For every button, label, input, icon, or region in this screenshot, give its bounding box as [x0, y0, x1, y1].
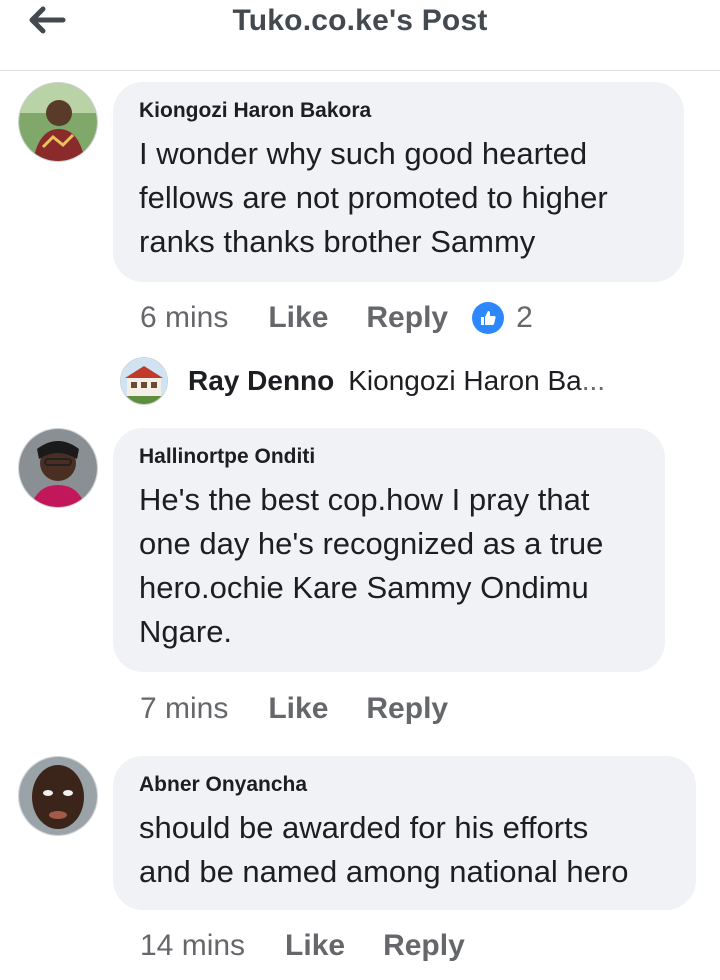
avatar[interactable]: [120, 357, 168, 405]
reply-button[interactable]: Reply: [366, 692, 448, 726]
reply-preview[interactable]: Ray Denno Kiongozi Haron Ba...: [120, 356, 700, 406]
comment-line: He's the best cop.how I pray that: [139, 482, 590, 517]
reply-button[interactable]: Reply: [383, 929, 465, 963]
comment-author[interactable]: Hallinortpe Onditi: [139, 442, 643, 472]
like-button[interactable]: Like: [268, 301, 328, 335]
comment-text: should be awarded for his efforts and be…: [139, 806, 674, 894]
comment-bubble[interactable]: Hallinortpe Onditi He's the best cop.how…: [113, 428, 665, 672]
comment-meta: 7 mins Like Reply: [140, 687, 472, 731]
reaction-count[interactable]: 2: [516, 301, 533, 335]
comment-line: hero.ochie Kare Sammy Ondimu: [139, 570, 589, 605]
avatar[interactable]: [18, 756, 98, 836]
reply-text: Kiongozi Haron Ba: [348, 365, 582, 396]
comment-line: fellows are not promoted to higher: [139, 180, 608, 215]
comment-meta: 6 mins Like Reply 2: [140, 296, 533, 340]
comment-bubble[interactable]: Abner Onyancha should be awarded for his…: [113, 756, 696, 910]
comment-meta: 14 mins Like Reply: [140, 924, 489, 968]
like-button[interactable]: Like: [268, 692, 328, 726]
comment-text: He's the best cop.how I pray that one da…: [139, 478, 643, 654]
reply-author[interactable]: Ray Denno: [188, 365, 334, 397]
comment-author[interactable]: Abner Onyancha: [139, 770, 674, 800]
comment-line: one day he's recognized as a true: [139, 526, 604, 561]
post-header: Tuko.co.ke's Post: [0, 0, 720, 71]
avatar[interactable]: [18, 428, 98, 508]
page-title: Tuko.co.ke's Post: [232, 4, 488, 37]
comment-author[interactable]: Kiongozi Haron Bakora: [139, 96, 662, 126]
comment-bubble[interactable]: Kiongozi Haron Bakora I wonder why such …: [113, 82, 684, 282]
reply-button[interactable]: Reply: [366, 301, 448, 335]
comment-line: should be awarded for his efforts: [139, 810, 589, 845]
comment-line: and be named among national hero: [139, 854, 629, 889]
comment-timestamp[interactable]: 7 mins: [140, 692, 228, 726]
like-button[interactable]: Like: [285, 929, 345, 963]
reply-ellipsis: ...: [581, 365, 606, 396]
avatar[interactable]: [18, 82, 98, 162]
like-reaction-icon[interactable]: [472, 302, 505, 334]
comment-text: I wonder why such good hearted fellows a…: [139, 132, 662, 264]
comment-timestamp[interactable]: 6 mins: [140, 301, 228, 335]
comment-line: I wonder why such good hearted: [139, 136, 588, 171]
comment-timestamp[interactable]: 14 mins: [140, 929, 245, 963]
comment-line: Ngare.: [139, 614, 233, 649]
comment-line: ranks thanks brother Sammy: [139, 224, 536, 259]
